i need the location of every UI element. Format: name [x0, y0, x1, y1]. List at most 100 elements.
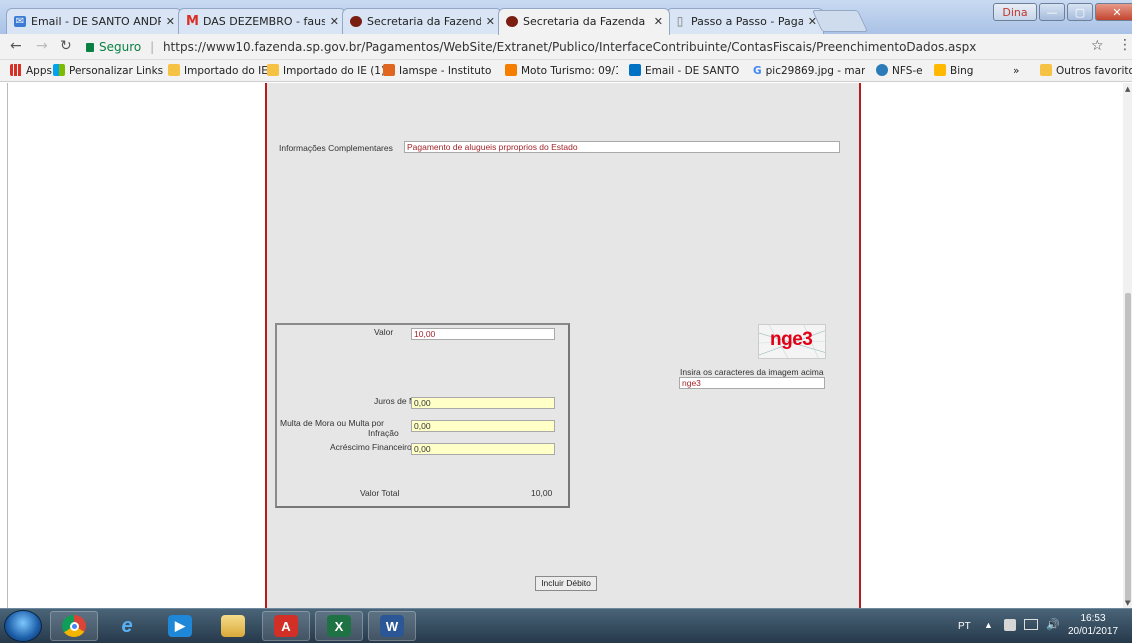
- tab-label: DAS DEZEMBRO - fausto: [203, 15, 325, 28]
- media-player-icon: ▶: [168, 615, 192, 637]
- menu-kebab-icon[interactable]: ⋮: [1118, 37, 1132, 53]
- bookmark-importado-ie[interactable]: Importado do IE: [168, 64, 268, 78]
- tab-label: Passo a Passo - Pagamen: [691, 15, 803, 28]
- taskbar-excel[interactable]: X: [315, 611, 363, 641]
- windows-taskbar: e ▶ A X W PT ▲ 🔊 16:53 20/01/2017: [0, 608, 1132, 643]
- bookmark-label: NFS-e: [892, 65, 923, 77]
- taskbar-word[interactable]: W: [368, 611, 416, 641]
- close-icon[interactable]: ✕: [486, 15, 495, 28]
- incluir-debito-button[interactable]: Incluir Débito: [535, 576, 597, 591]
- bookmark-label: Iamspe - Instituto de: [399, 65, 493, 77]
- tab-fazenda-1[interactable]: Secretaria da Fazenda - C ✕: [342, 8, 502, 34]
- blogger-icon: [505, 64, 517, 76]
- network-icon[interactable]: [1024, 619, 1038, 630]
- valor-input[interactable]: 10,00: [411, 328, 555, 340]
- taskbar-chrome[interactable]: [50, 611, 98, 641]
- bookmarks-bar: Apps Personalizar Links Importado do IE …: [0, 60, 1132, 82]
- multa-label-line1: Multa de Mora ou Multa por: [280, 418, 384, 428]
- internet-explorer-icon: e: [121, 614, 133, 637]
- bookmark-label: Importado do IE: [184, 65, 268, 77]
- bookmark-email[interactable]: Email - DE SANTO AN: [629, 64, 742, 78]
- bookmark-pic29869[interactable]: Gpic29869.jpg - marcia: [753, 64, 865, 78]
- info-complementares-input[interactable]: Pagamento de alugueis prproprios do Esta…: [404, 141, 840, 153]
- valor-total-label: Valor Total: [360, 488, 400, 498]
- outlook-icon: [629, 64, 641, 76]
- tab-fazenda-2-active[interactable]: Secretaria da Fazenda - C ✕: [498, 8, 670, 35]
- file-explorer-icon: [221, 615, 245, 637]
- tab-email[interactable]: ✉ Email - DE SANTO ANDR ✕: [6, 8, 182, 34]
- forward-arrow-icon[interactable]: →: [36, 38, 48, 54]
- language-indicator[interactable]: PT: [958, 621, 971, 632]
- sp-seal-icon: [350, 16, 362, 27]
- google-icon: G: [753, 65, 762, 77]
- bookmark-apps[interactable]: Apps: [10, 64, 52, 78]
- bookmark-label: Personalizar Links: [69, 65, 164, 77]
- close-window-button[interactable]: ✕: [1095, 3, 1132, 21]
- folder-icon: [168, 64, 180, 76]
- url-divider: |: [150, 40, 155, 54]
- tab-passo-a-passo[interactable]: ▯ Passo a Passo - Pagamen ✕: [666, 8, 824, 34]
- captcha-label: Insira os caracteres da imagem acima: [680, 367, 824, 377]
- page-left-border: [7, 83, 8, 608]
- profile-button[interactable]: Dina: [993, 3, 1037, 21]
- form-panel: Informações Complementares Pagamento de …: [265, 83, 861, 608]
- bookmark-label: Importado do IE (1): [283, 65, 386, 77]
- chrome-icon: [62, 615, 86, 637]
- start-button[interactable]: [4, 610, 42, 642]
- bookmark-star-icon[interactable]: ☆: [1091, 38, 1104, 54]
- close-icon[interactable]: ✕: [654, 15, 663, 28]
- bookmark-importado-ie-1[interactable]: Importado do IE (1): [267, 64, 385, 78]
- page-viewport: Informações Complementares Pagamento de …: [0, 83, 1132, 608]
- document-icon: ▯: [676, 14, 684, 28]
- secure-label: Seguro: [99, 40, 142, 54]
- bookmarks-overflow-button[interactable]: »: [1013, 64, 1019, 78]
- juros-input[interactable]: 0,00: [411, 397, 555, 409]
- close-icon[interactable]: ✕: [166, 15, 175, 28]
- bookmark-label: »: [1013, 65, 1020, 77]
- bookmark-moto-turismo[interactable]: Moto Turismo: 09/10: [505, 64, 618, 78]
- bookmark-label: Moto Turismo: 09/10: [521, 65, 618, 77]
- close-icon[interactable]: ✕: [330, 15, 339, 28]
- minimize-icon: —: [1046, 5, 1058, 19]
- bookmark-label: Outros favoritos: [1056, 65, 1132, 77]
- scroll-down-icon[interactable]: ▼: [1125, 599, 1130, 607]
- info-complementares-label: Informações Complementares: [279, 143, 393, 153]
- valor-label: Valor: [374, 327, 394, 337]
- bookmark-outros-favoritos[interactable]: Outros favoritos: [1040, 64, 1132, 78]
- scroll-up-icon[interactable]: ▲: [1125, 85, 1130, 93]
- bing-icon: [934, 64, 946, 76]
- multa-input[interactable]: 0,00: [411, 420, 555, 432]
- valor-section: Valor 10,00 Juros de Mora 0,00 Multa de …: [275, 323, 570, 508]
- taskbar-media-player[interactable]: ▶: [156, 611, 204, 641]
- bookmark-iamspe[interactable]: Iamspe - Instituto de: [383, 64, 493, 78]
- taskbar-acrobat[interactable]: A: [262, 611, 310, 641]
- bookmark-nfse[interactable]: NFS-e: [876, 64, 923, 78]
- multa-label-line2: Infração: [368, 428, 399, 438]
- bookmark-personalizar-links[interactable]: Personalizar Links: [53, 64, 163, 78]
- back-arrow-icon[interactable]: ←: [10, 38, 22, 54]
- browser-tab-strip: ✉ Email - DE SANTO ANDR ✕ M DAS DEZEMBRO…: [0, 0, 1132, 35]
- captcha-input[interactable]: nge3: [679, 377, 825, 389]
- show-hidden-icons-icon[interactable]: ▲: [984, 620, 993, 630]
- scrollbar-thumb[interactable]: [1125, 293, 1131, 603]
- tab-gmail[interactable]: M DAS DEZEMBRO - fausto ✕: [178, 8, 346, 34]
- taskbar-file-explorer[interactable]: [209, 611, 257, 641]
- screen: ✉ Email - DE SANTO ANDR ✕ M DAS DEZEMBRO…: [0, 0, 1132, 643]
- reload-icon[interactable]: ↻: [60, 38, 72, 54]
- address-bar[interactable]: Seguro | https://www10.fazenda.sp.gov.br…: [86, 37, 1110, 57]
- nfse-icon: [876, 64, 888, 76]
- minimize-button[interactable]: —: [1039, 3, 1065, 21]
- sp-seal-icon: [506, 16, 518, 27]
- taskbar-clock[interactable]: 16:53 20/01/2017: [1068, 612, 1118, 638]
- bookmark-label: Email - DE SANTO AN: [645, 65, 742, 77]
- apps-grid-icon: [10, 64, 22, 76]
- bookmark-bing[interactable]: Bing: [934, 64, 973, 78]
- maximize-button[interactable]: ▢: [1067, 3, 1093, 21]
- taskbar-internet-explorer[interactable]: e: [103, 611, 151, 641]
- volume-icon[interactable]: 🔊: [1046, 618, 1060, 631]
- folder-icon: [267, 64, 279, 76]
- acrescimo-input[interactable]: 0,00: [411, 443, 555, 455]
- tab-label: Secretaria da Fazenda - C: [523, 15, 649, 28]
- action-center-flag-icon[interactable]: [1004, 619, 1016, 631]
- new-tab-button[interactable]: [811, 10, 869, 32]
